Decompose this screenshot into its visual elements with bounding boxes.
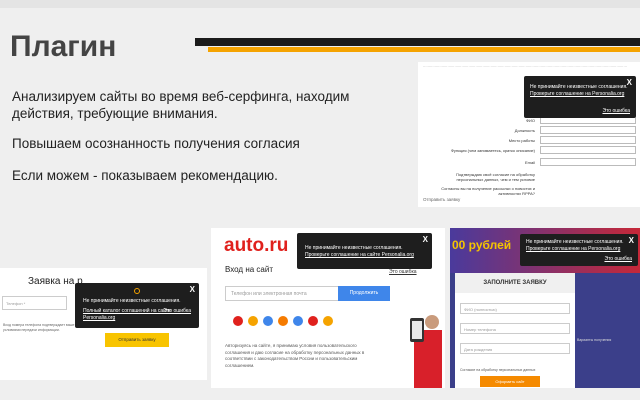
popup-line1: Не принимайте неизвестные соглашения. bbox=[305, 245, 403, 251]
social-login-icon[interactable] bbox=[293, 316, 303, 326]
consent-popup-d: X Не принимайте неизвестные соглашения. … bbox=[520, 234, 638, 266]
terms-text: Авторизуясь на сайте, я принимаю условия… bbox=[225, 343, 365, 368]
consent-popup-a: X Не принимайте неизвестные соглашения. … bbox=[524, 76, 636, 118]
close-icon[interactable]: X bbox=[190, 285, 195, 294]
consent-checkbox[interactable]: Согласие на обработку персональных данны… bbox=[460, 368, 535, 372]
field-label: ФИО bbox=[525, 118, 535, 123]
close-icon[interactable]: X bbox=[423, 235, 428, 244]
banner-text: 00 рублей bbox=[452, 238, 512, 252]
social-login-icon[interactable] bbox=[308, 316, 318, 326]
field-label: Подтверждаю своё согласие на обработку п… bbox=[455, 172, 535, 182]
field-label: Согласны вы на получение рассылки о ново… bbox=[441, 186, 535, 196]
form-input[interactable]: Дата рождения bbox=[460, 343, 570, 354]
error-link[interactable]: Это ошибка bbox=[163, 308, 191, 315]
field-label: Функция (чем занимаетесь, кратко описани… bbox=[450, 148, 535, 153]
error-link[interactable]: Это ошибка bbox=[389, 269, 417, 275]
application-card: ЗАПОЛНИТЕ ЗАЯВКУ ФИО (полностью) Номер т… bbox=[455, 273, 575, 388]
form-row: Место работы bbox=[418, 136, 640, 145]
autoru-logo: auto.ru bbox=[224, 235, 289, 256]
form-title: ЗАПОЛНИТЕ ЗАЯВКУ bbox=[455, 273, 575, 293]
social-login-icon[interactable] bbox=[278, 316, 288, 326]
popup-link[interactable]: Проверьте соглашение на сайте Personalia… bbox=[305, 252, 414, 259]
top-strip bbox=[0, 0, 640, 8]
phone-input[interactable]: Телефон или электронная почта bbox=[225, 286, 349, 301]
form-input[interactable] bbox=[540, 136, 636, 144]
side-text: Варианты получения bbox=[577, 338, 612, 342]
slide: Плагин Анализируем сайты во время веб-се… bbox=[0, 0, 640, 400]
deco-orange-bar bbox=[208, 47, 640, 52]
intro-text: ········································… bbox=[423, 65, 627, 69]
popup-link[interactable]: Проверьте соглашение на Personalia.org bbox=[530, 91, 624, 98]
social-login-icon[interactable] bbox=[248, 316, 258, 326]
popup-line1: Не принимайте неизвестные соглашения. bbox=[530, 84, 628, 90]
login-heading: Вход на сайт bbox=[225, 265, 273, 274]
form-row: Согласны вы на получение рассылки о ново… bbox=[418, 184, 640, 196]
error-link[interactable]: Это ошибка bbox=[604, 256, 632, 263]
form-input[interactable] bbox=[540, 126, 636, 134]
field-label: Должность bbox=[514, 128, 535, 133]
submit-button[interactable]: Отправить заявку bbox=[105, 333, 169, 347]
popup-line1: Не принимайте неизвестные соглашения. bbox=[526, 239, 624, 245]
deco-black-bar bbox=[195, 38, 640, 46]
form-row: Функция (чем занимаетесь, кратко описани… bbox=[418, 146, 640, 155]
popup-line1: Не принимайте неизвестные соглашения. bbox=[83, 298, 181, 304]
paragraph-2: Повышаем осознанность получения согласия bbox=[12, 136, 300, 151]
social-login-icon[interactable] bbox=[323, 316, 333, 326]
submit-button[interactable]: Оформить сайт bbox=[480, 376, 540, 387]
person-with-phone-image bbox=[406, 300, 442, 388]
paragraph-3: Если можем - показываем рекомендацию. bbox=[12, 168, 278, 183]
field-label: Место работы bbox=[508, 138, 535, 143]
paragraph-1: Анализируем сайты во время веб-серфинга,… bbox=[12, 89, 350, 121]
tel-input[interactable]: Телефон * bbox=[2, 296, 67, 310]
form-input[interactable]: Номер телефона bbox=[460, 323, 570, 334]
popup-link[interactable]: Проверьте соглашение на Personalia.org bbox=[526, 246, 620, 253]
form-input[interactable] bbox=[540, 146, 636, 154]
consent-popup-c: X Не принимайте неизвестные соглашения. … bbox=[297, 233, 432, 269]
form-input[interactable] bbox=[540, 158, 636, 166]
consent-popup-b: X Не принимайте неизвестные соглашения. … bbox=[75, 283, 199, 328]
social-login-icon[interactable] bbox=[233, 316, 243, 326]
form-row: Подтверждаю своё согласие на обработку п… bbox=[418, 170, 640, 182]
error-link[interactable]: Это ошибка bbox=[602, 108, 630, 115]
social-login-icon[interactable] bbox=[263, 316, 273, 326]
send-link[interactable]: Отправить заявку bbox=[423, 197, 460, 202]
warning-icon bbox=[134, 288, 140, 294]
form-row: Email bbox=[418, 158, 640, 167]
form-input[interactable]: ФИО (полностью) bbox=[460, 303, 570, 314]
continue-button[interactable]: Продолжить bbox=[338, 286, 390, 301]
field-label: Email bbox=[524, 160, 535, 165]
page-title: Плагин bbox=[10, 30, 117, 63]
close-icon[interactable]: X bbox=[629, 236, 634, 245]
form-row: Должность bbox=[418, 126, 640, 135]
